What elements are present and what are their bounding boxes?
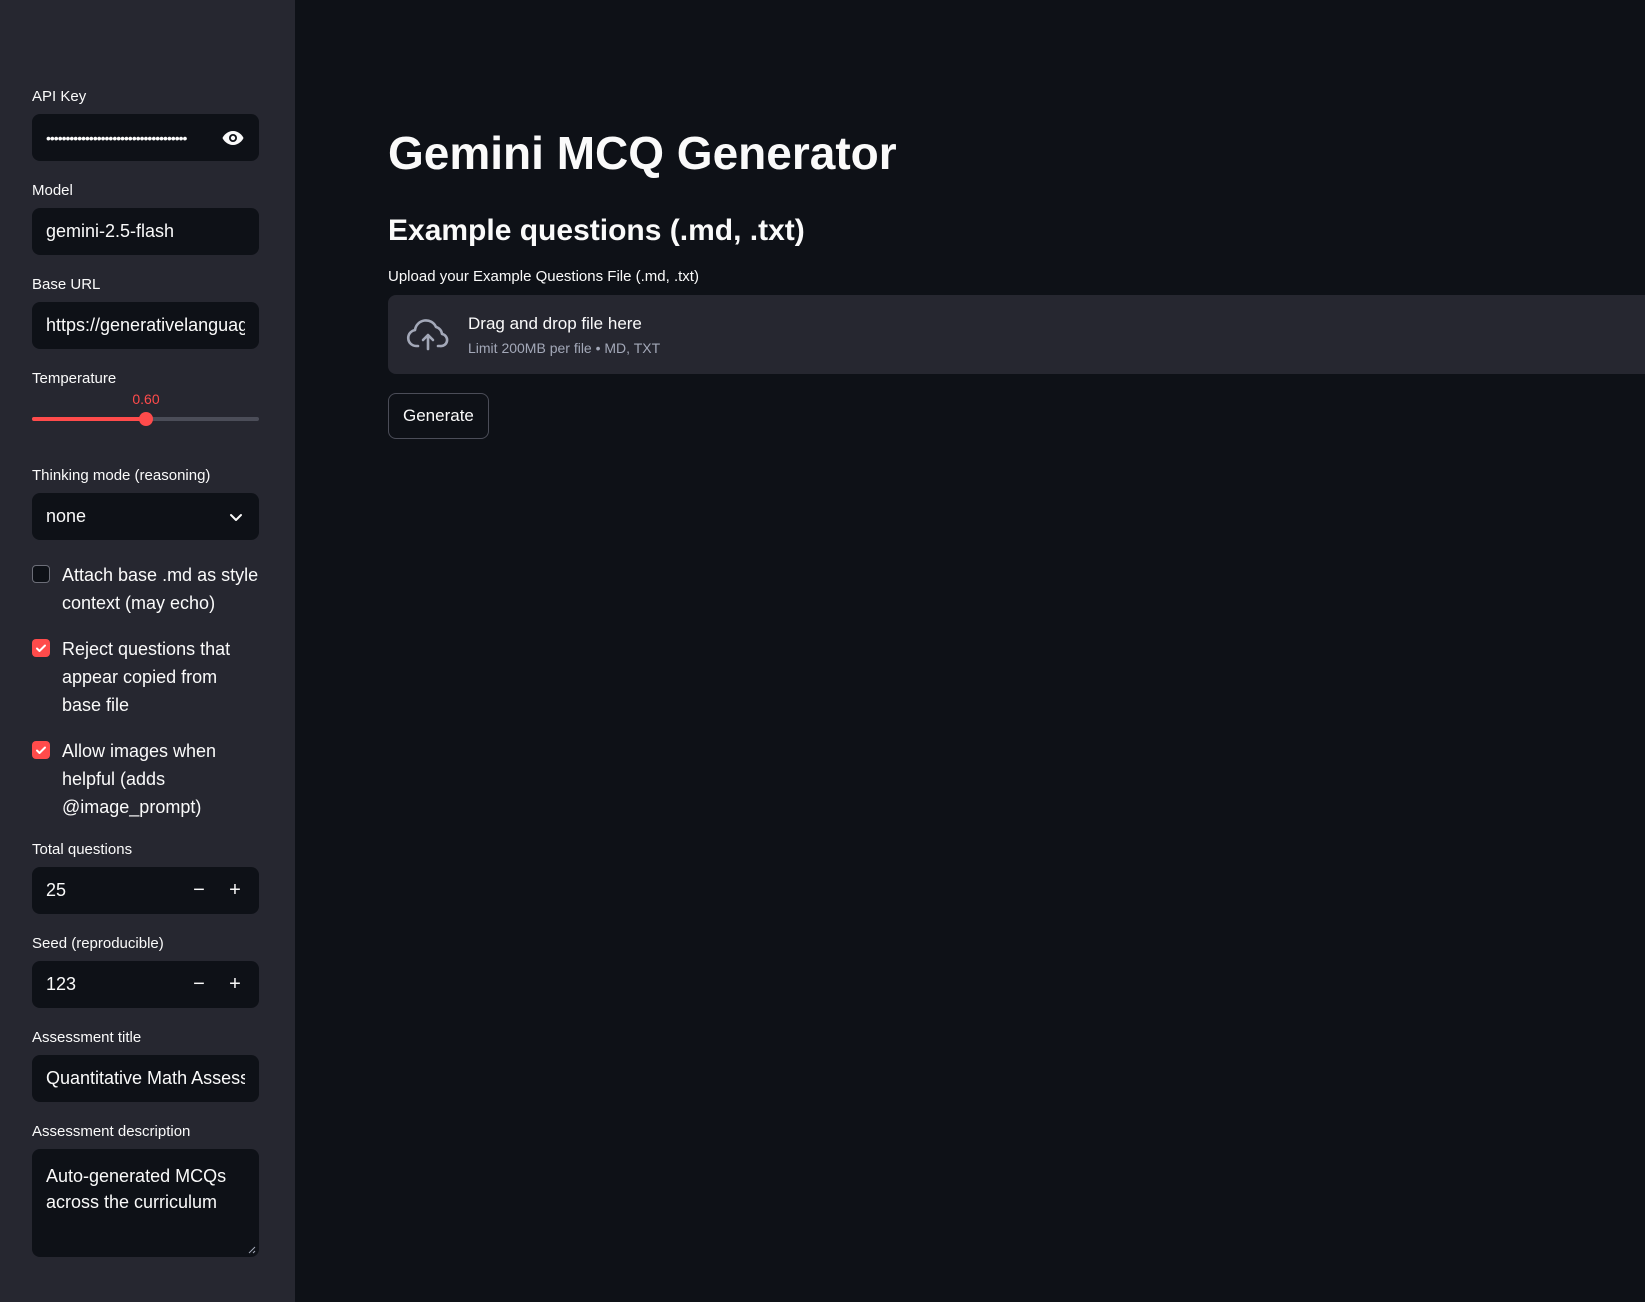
attach-base-checkbox[interactable] xyxy=(32,565,50,583)
reject-copied-checkbox-row[interactable]: Reject questions that appear copied from… xyxy=(32,635,259,719)
main-content: Gemini MCQ Generator Example questions (… xyxy=(295,0,1645,1302)
attach-base-label: Attach base .md as style context (may ec… xyxy=(62,565,259,613)
dropzone-text: Drag and drop file here Limit 200MB per … xyxy=(468,314,660,356)
increment-button[interactable]: + xyxy=(217,961,253,1008)
total-questions-value: 25 xyxy=(46,880,67,900)
slider-thumb[interactable] xyxy=(139,412,153,426)
generate-button[interactable]: Generate xyxy=(388,393,489,439)
thinking-mode-value: none xyxy=(46,506,87,526)
temperature-field: Temperature 0.60 xyxy=(32,370,259,427)
assessment-title-label: Assessment title xyxy=(32,1029,142,1046)
checkmark-icon xyxy=(36,644,46,652)
cloud-upload-icon xyxy=(406,318,449,350)
chevron-down-icon xyxy=(230,513,242,521)
seed-input[interactable]: 123 − + xyxy=(32,961,259,1008)
base-url-value: https://generativelanguag xyxy=(46,315,245,335)
base-url-label: Base URL xyxy=(32,276,101,293)
thinking-mode-label: Thinking mode (reasoning) xyxy=(32,467,211,484)
dropzone-title: Drag and drop file here xyxy=(468,313,642,333)
assessment-description-value: Auto-generated MCQs across the curriculu… xyxy=(46,1166,227,1212)
section-title: Example questions (.md, .txt) xyxy=(388,214,805,247)
api-key-input[interactable]: •••••••••••••••••••••••••••••••••••• xyxy=(32,114,259,161)
allow-images-label: Allow images when helpful (adds @image_p… xyxy=(62,741,217,817)
assessment-description-label: Assessment description xyxy=(32,1123,191,1140)
upload-label: Upload your Example Questions File (.md,… xyxy=(388,268,699,285)
assessment-title-value: Quantitative Math Assessment xyxy=(46,1068,245,1088)
thinking-mode-select[interactable]: none xyxy=(32,493,259,540)
assessment-title-field: Assessment title Quantitative Math Asses… xyxy=(32,1029,259,1102)
thinking-mode-field: Thinking mode (reasoning) none xyxy=(32,467,259,540)
total-questions-input[interactable]: 25 − + xyxy=(32,867,259,914)
api-key-field: API Key ••••••••••••••••••••••••••••••••… xyxy=(32,88,259,161)
base-url-field: Base URL https://generativelanguag xyxy=(32,276,259,349)
reject-copied-label: Reject questions that appear copied from… xyxy=(62,639,231,715)
allow-images-checkbox[interactable] xyxy=(32,741,50,759)
assessment-description-field: Assessment description Auto-generated MC… xyxy=(32,1123,259,1257)
eye-icon[interactable] xyxy=(221,126,245,150)
temperature-value: 0.60 xyxy=(132,391,160,407)
model-label: Model xyxy=(32,182,73,199)
assessment-title-input[interactable]: Quantitative Math Assessment xyxy=(32,1055,259,1102)
temperature-label: Temperature xyxy=(32,370,117,387)
sidebar: API Key ••••••••••••••••••••••••••••••••… xyxy=(0,0,295,1302)
total-questions-field: Total questions 25 − + xyxy=(32,841,259,914)
increment-button[interactable]: + xyxy=(217,867,253,914)
assessment-description-textarea[interactable]: Auto-generated MCQs across the curriculu… xyxy=(32,1149,259,1257)
seed-label: Seed (reproducible) xyxy=(32,935,164,952)
dropzone-limit: Limit 200MB per file • MD, TXT xyxy=(468,339,661,356)
resize-handle-icon[interactable] xyxy=(246,1244,256,1254)
seed-value: 123 xyxy=(46,974,77,994)
model-value: gemini-2.5-flash xyxy=(46,221,175,241)
attach-base-checkbox-row[interactable]: Attach base .md as style context (may ec… xyxy=(32,561,259,617)
slider-fill xyxy=(32,417,146,421)
allow-images-checkbox-row[interactable]: Allow images when helpful (adds @image_p… xyxy=(32,737,259,821)
page-title: Gemini MCQ Generator xyxy=(388,127,897,179)
seed-field: Seed (reproducible) 123 − + xyxy=(32,935,259,1008)
api-key-value: •••••••••••••••••••••••••••••••••••• xyxy=(46,129,187,146)
checkmark-icon xyxy=(36,746,46,754)
decrement-button[interactable]: − xyxy=(181,867,217,914)
decrement-button[interactable]: − xyxy=(181,961,217,1008)
reject-copied-checkbox[interactable] xyxy=(32,639,50,657)
api-key-label: API Key xyxy=(32,88,87,105)
file-dropzone[interactable]: Drag and drop file here Limit 200MB per … xyxy=(388,295,1645,374)
app: API Key ••••••••••••••••••••••••••••••••… xyxy=(0,0,1645,1302)
model-input[interactable]: gemini-2.5-flash xyxy=(32,208,259,255)
temperature-slider[interactable]: 0.60 xyxy=(32,391,259,427)
total-questions-label: Total questions xyxy=(32,841,133,858)
model-field: Model gemini-2.5-flash xyxy=(32,182,259,255)
base-url-input[interactable]: https://generativelanguag xyxy=(32,302,259,349)
